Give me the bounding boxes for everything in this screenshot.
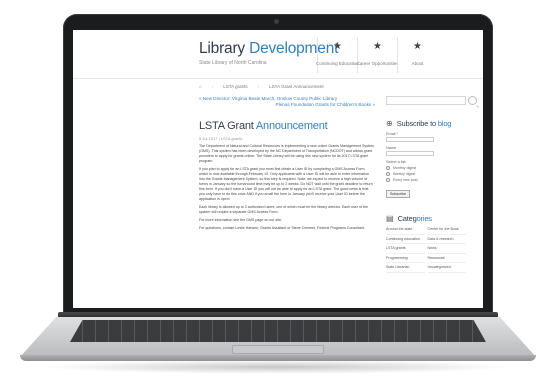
name-field[interactable]: [386, 151, 434, 156]
post-paragraph: For more information see the GMS page on…: [199, 218, 283, 222]
star-icon: ★: [373, 41, 382, 52]
post-title-accent: Announcement: [255, 120, 328, 132]
post-meta: 8 Jul 2017 | LSTA grants: [199, 136, 243, 141]
category-link[interactable]: Center for the Book: [427, 225, 466, 235]
list-icon: ▤: [386, 213, 394, 223]
category-link[interactable]: Around the state: [386, 225, 425, 235]
categories-widget-header: ▤ Categories: [386, 214, 466, 223]
home-icon[interactable]: ⌂: [199, 84, 202, 89]
laptop-front-edge: [20, 355, 536, 361]
logo-text: Library: [199, 40, 250, 57]
laptop-keyboard: [70, 320, 486, 342]
categories-title: Categories: [397, 214, 432, 223]
webcam: [274, 19, 279, 24]
post-paragraph: Each library is allowed up to 3 authoriz…: [199, 205, 368, 214]
frequency-label: Select a list:: [386, 160, 407, 164]
star-icon: ★: [413, 41, 422, 52]
nav-item-label: Continuing Education: [316, 61, 359, 66]
frequency-option-every-post[interactable]: Every new post: [386, 178, 466, 182]
post-title-text: LSTA Grant: [199, 120, 256, 132]
category-link[interactable]: Data & research: [427, 235, 466, 244]
browser-viewport: Library Development State Library of Nor…: [73, 30, 483, 308]
breadcrumb-separator: ›: [257, 84, 260, 89]
subscribe-icon: ⊕: [386, 118, 393, 128]
breadcrumb: ⌂ › LSTA grants › LSTA Grant Announcemen…: [199, 84, 324, 89]
category-link[interactable]: Programming: [386, 254, 425, 263]
category-link[interactable]: Resources: [427, 254, 466, 263]
name-label: Name: [386, 146, 397, 150]
star-icon: ★: [333, 41, 342, 52]
frequency-option-weekly[interactable]: Weekly digest: [386, 172, 466, 176]
subscribe-title: Subscribe to blog: [396, 119, 452, 128]
site-header: Library Development State Library of Nor…: [73, 30, 483, 79]
nav-item-label: Career Opportunities: [356, 61, 399, 66]
laptop-trackpad: [232, 345, 324, 354]
radio-button[interactable]: [386, 172, 390, 176]
nav-item-continuing-education[interactable]: ★ Continuing Education: [316, 37, 359, 73]
subscribe-button[interactable]: Subscribe: [386, 190, 410, 198]
email-field[interactable]: [386, 137, 434, 142]
frequency-option-monthly[interactable]: Monthly digest: [386, 166, 466, 170]
search-icon[interactable]: [468, 96, 477, 105]
laptop-screen-bezel: Library Development State Library of Nor…: [63, 14, 493, 314]
nav-item-career-opportunities[interactable]: ★ Career Opportunities: [356, 37, 399, 73]
nav-item-about[interactable]: ★ About: [397, 37, 437, 73]
category-link[interactable]: Uncategorized: [427, 263, 466, 273]
breadcrumb-separator: ›: [211, 84, 214, 89]
post-navigation: « New Director: Virginia Beale March, On…: [199, 96, 375, 108]
sidebar: ⊕ Subscribe to blog Email * Name Select …: [386, 96, 477, 273]
nav-item-label: About: [411, 61, 424, 66]
post-paragraph: The Department of Natural and Cultural R…: [199, 144, 374, 163]
subscribe-widget-header: ⊕ Subscribe to blog: [386, 119, 466, 128]
category-link[interactable]: News: [427, 244, 466, 254]
site-tagline: State Library of North Carolina: [199, 60, 267, 66]
post-title: LSTA Grant Announcement: [199, 120, 375, 132]
top-navigation: ★ Continuing Education ★ Career Opportun…: [316, 37, 437, 73]
laptop-shadow: [42, 360, 512, 374]
breadcrumb-item[interactable]: LSTA grants: [223, 84, 247, 89]
post-paragraph: If you plan to apply for an LSTA grant y…: [199, 167, 373, 201]
next-post-link[interactable]: Plenus Foundation Grants for Children's …: [199, 102, 375, 108]
category-link[interactable]: Continuing education: [386, 235, 425, 244]
post-body: The Department of Natural and Cultural R…: [199, 144, 375, 231]
search-input[interactable]: [386, 96, 477, 105]
radio-button[interactable]: [386, 178, 390, 182]
categories-list: Around the state Center for the Book Con…: [386, 225, 466, 273]
radio-button[interactable]: [386, 166, 390, 170]
category-link[interactable]: LSTA grants: [386, 244, 425, 254]
category-link[interactable]: State Librarian: [386, 263, 425, 273]
breadcrumb-item: LSTA Grant Announcement: [269, 84, 324, 89]
email-label: Email *: [386, 132, 399, 136]
post-paragraph: For questions, contact Leslie Hansen, Gr…: [199, 226, 365, 230]
main-content: « New Director: Virginia Beale March, On…: [199, 96, 375, 231]
